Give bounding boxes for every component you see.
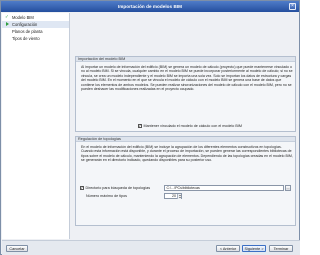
- check-icon: ✓: [5, 14, 9, 19]
- back-button[interactable]: < Anterior: [216, 245, 240, 252]
- bim-import-group: Importación del modelo BIM Al importar u…: [75, 56, 296, 132]
- checkmark-icon: ✓: [138, 123, 142, 128]
- group-description: En el modelo de información del edificio…: [81, 145, 293, 163]
- spin-down-icon[interactable]: [178, 197, 181, 199]
- step-modelo-bim[interactable]: ✓ Modelo BIM: [2, 14, 69, 21]
- step-label: Tipos de viento: [12, 36, 40, 41]
- step-tipos-de-viento[interactable]: Tipos de viento: [2, 35, 69, 42]
- group-title: Regulación de topologías: [76, 137, 295, 142]
- step-label: Modelo BIM: [12, 15, 34, 20]
- wizard-window: Importación de modelos BIM × ✓ Modelo BI…: [0, 0, 300, 255]
- current-step-arrow-icon: [6, 22, 9, 27]
- keep-linked-checkbox-row[interactable]: ✓ Mantener vinculado el modelo de cálcul…: [138, 124, 242, 128]
- next-button[interactable]: Siguiente >: [242, 245, 266, 252]
- topology-group: Regulación de topologías En el modelo de…: [75, 136, 296, 226]
- close-icon: ×: [291, 3, 294, 9]
- group-description: Al importar un modelo de información del…: [81, 65, 293, 92]
- cancel-button[interactable]: Cancelar: [6, 245, 28, 252]
- wizard-steps-nav: ✓ Modelo BIM Configuración Planos de pla…: [2, 13, 70, 239]
- finish-button[interactable]: Terminar: [269, 245, 293, 252]
- directory-path-input[interactable]: C:\...\PCs\bibliotecas: [164, 185, 284, 191]
- title-bar: Importación de modelos BIM ×: [1, 1, 299, 12]
- checkmark-icon: ✓: [80, 185, 84, 190]
- directory-label: Directorio para búsqueda de topologías: [85, 186, 151, 190]
- window-title: Importación de modelos BIM: [117, 4, 183, 9]
- spinner-arrows[interactable]: [177, 194, 181, 199]
- max-types-spinner[interactable]: 20: [164, 193, 182, 199]
- directory-checkbox-row[interactable]: ✓ Directorio para búsqueda de topologías: [80, 186, 150, 190]
- browse-button[interactable]: ...: [285, 185, 291, 191]
- directory-checkbox[interactable]: ✓: [80, 186, 84, 190]
- max-types-label: Número máximo de tipos: [86, 194, 127, 198]
- step-configuracion[interactable]: Configuración: [2, 21, 69, 28]
- step-label: Configuración: [12, 22, 38, 27]
- wizard-content: Importación del modelo BIM Al importar u…: [72, 13, 298, 239]
- step-label: Planos de planta: [12, 29, 43, 34]
- step-planos-de-planta[interactable]: Planos de planta: [2, 28, 69, 35]
- max-types-value: 20: [172, 194, 176, 198]
- wizard-footer: Cancelar < Anterior Siguiente > Terminar: [2, 240, 300, 255]
- keep-linked-checkbox[interactable]: ✓: [138, 124, 142, 128]
- group-title: Importación del modelo BIM: [76, 57, 295, 62]
- close-button[interactable]: ×: [289, 3, 296, 10]
- keep-linked-label: Mantener vinculado el modelo de cálculo …: [143, 124, 242, 128]
- spin-up-icon[interactable]: [178, 194, 181, 196]
